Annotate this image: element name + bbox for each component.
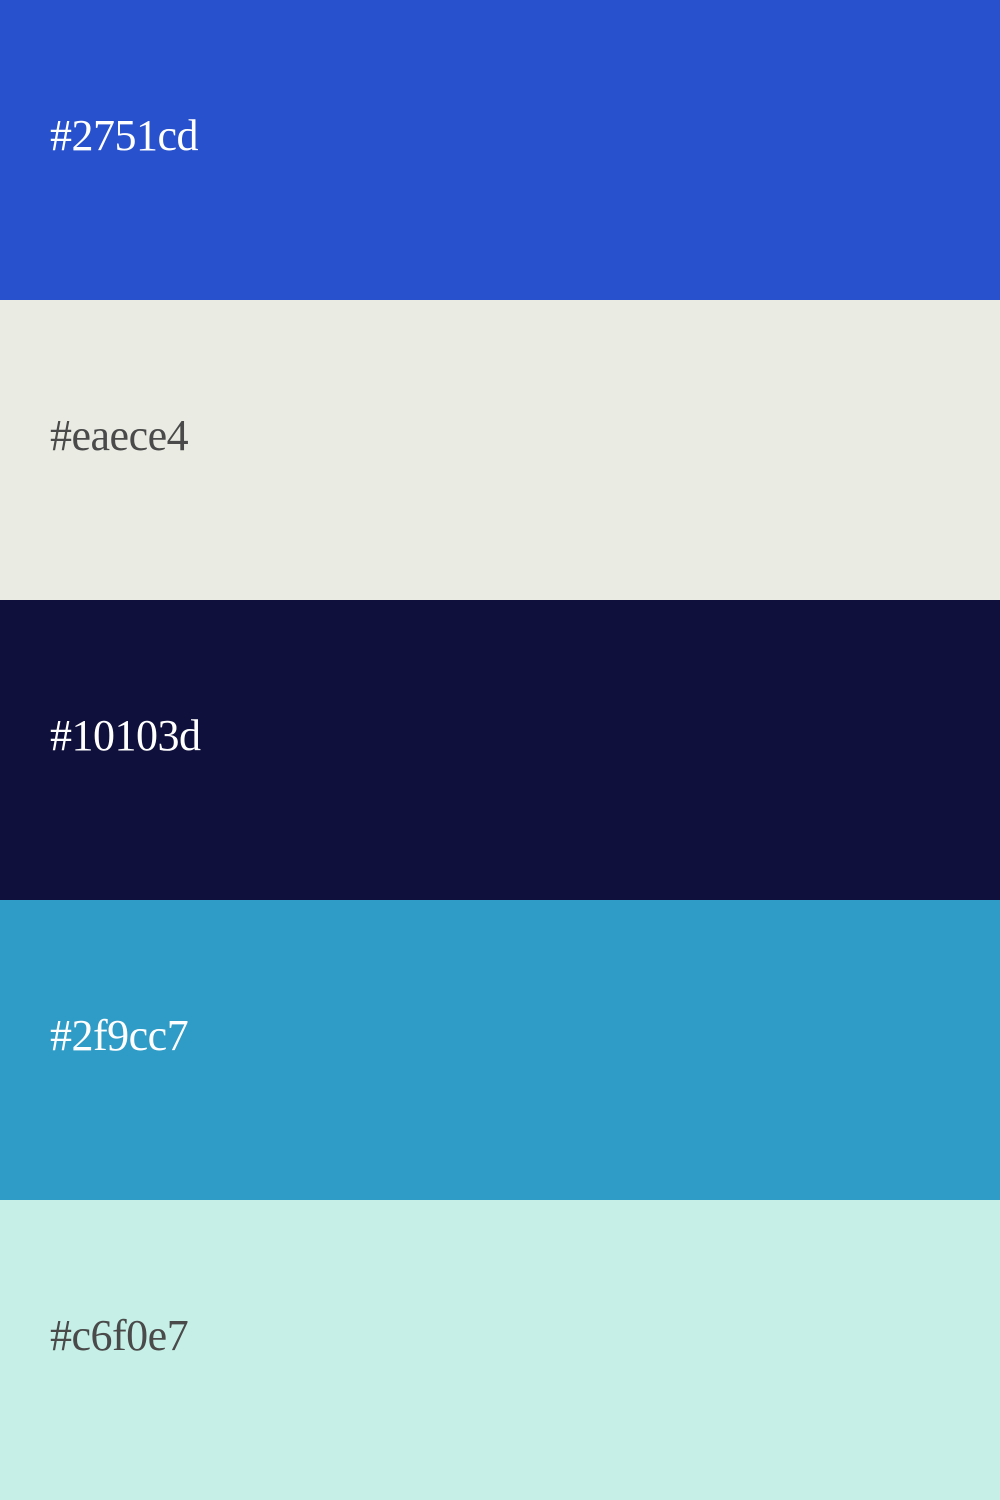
color-swatch: #2f9cc7 <box>0 900 1000 1200</box>
color-swatch: #c6f0e7 <box>0 1200 1000 1500</box>
color-palette: #2751cd #eaece4 #10103d #2f9cc7 #c6f0e7 <box>0 0 1000 1500</box>
swatch-hex-label: #10103d <box>50 711 201 760</box>
swatch-hex-label: #eaece4 <box>50 411 189 460</box>
swatch-hex-label: #c6f0e7 <box>50 1311 189 1360</box>
color-swatch: #eaece4 <box>0 300 1000 600</box>
color-swatch: #2751cd <box>0 0 1000 300</box>
swatch-hex-label: #2751cd <box>50 111 199 160</box>
color-swatch: #10103d <box>0 600 1000 900</box>
swatch-hex-label: #2f9cc7 <box>50 1011 189 1060</box>
